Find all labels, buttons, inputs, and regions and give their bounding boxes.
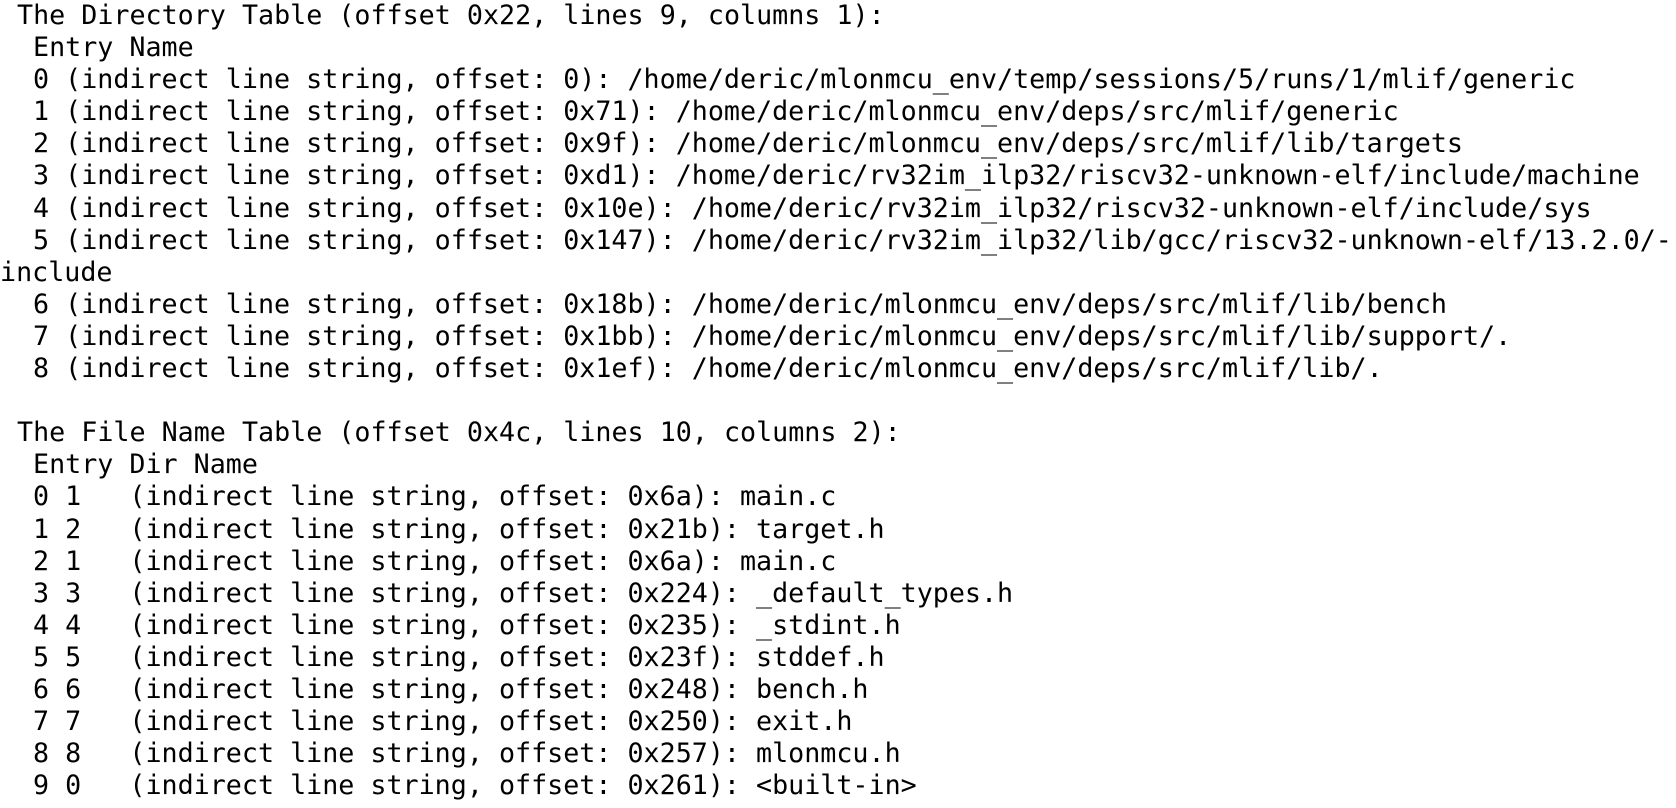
directory-entry-wrap-continuation: include <box>0 256 113 288</box>
file-entry: 5 5 (indirect line string, offset: 0x23f… <box>33 641 885 673</box>
directory-table-column-header: Entry Name <box>33 32 194 64</box>
file-entry: 8 8 (indirect line string, offset: 0x257… <box>33 738 901 770</box>
directory-entry: 4 (indirect line string, offset: 0x10e):… <box>33 192 1592 224</box>
directory-entry: 2 (indirect line string, offset: 0x9f): … <box>33 128 1463 160</box>
file-name-table-column-header: Entry Dir Name <box>33 449 258 481</box>
file-name-table-header: The File Name Table (offset 0x4c, lines … <box>17 417 901 449</box>
file-entry: 4 4 (indirect line string, offset: 0x235… <box>33 609 901 641</box>
file-entry: 0 1 (indirect line string, offset: 0x6a)… <box>33 481 837 513</box>
directory-entry: 5 (indirect line string, offset: 0x147):… <box>33 224 1672 256</box>
file-entry: 2 1 (indirect line string, offset: 0x6a)… <box>33 545 837 577</box>
file-entry: 6 6 (indirect line string, offset: 0x248… <box>33 673 869 705</box>
file-entry: 1 2 (indirect line string, offset: 0x21b… <box>33 513 885 545</box>
directory-entry: 6 (indirect line string, offset: 0x18b):… <box>33 288 1447 320</box>
file-entry: 7 7 (indirect line string, offset: 0x250… <box>33 706 853 738</box>
directory-entry: 8 (indirect line string, offset: 0x1ef):… <box>33 353 1383 385</box>
file-entry: 3 3 (indirect line string, offset: 0x224… <box>33 577 1014 609</box>
directory-entry: 3 (indirect line string, offset: 0xd1): … <box>33 160 1640 192</box>
directory-entry: 1 (indirect line string, offset: 0x71): … <box>33 96 1399 128</box>
directory-entry: 7 (indirect line string, offset: 0x1bb):… <box>33 320 1512 352</box>
directory-table-section: The Directory Table (offset 0x22, lines … <box>0 0 1676 385</box>
terminal-output: The Directory Table (offset 0x22, lines … <box>0 0 1676 808</box>
directory-entry: 0 (indirect line string, offset: 0): /ho… <box>33 64 1576 96</box>
directory-table-header: The Directory Table (offset 0x22, lines … <box>17 0 885 31</box>
file-name-table-section: The File Name Table (offset 0x4c, lines … <box>0 417 1676 802</box>
file-entry: 9 0 (indirect line string, offset: 0x261… <box>33 770 917 802</box>
